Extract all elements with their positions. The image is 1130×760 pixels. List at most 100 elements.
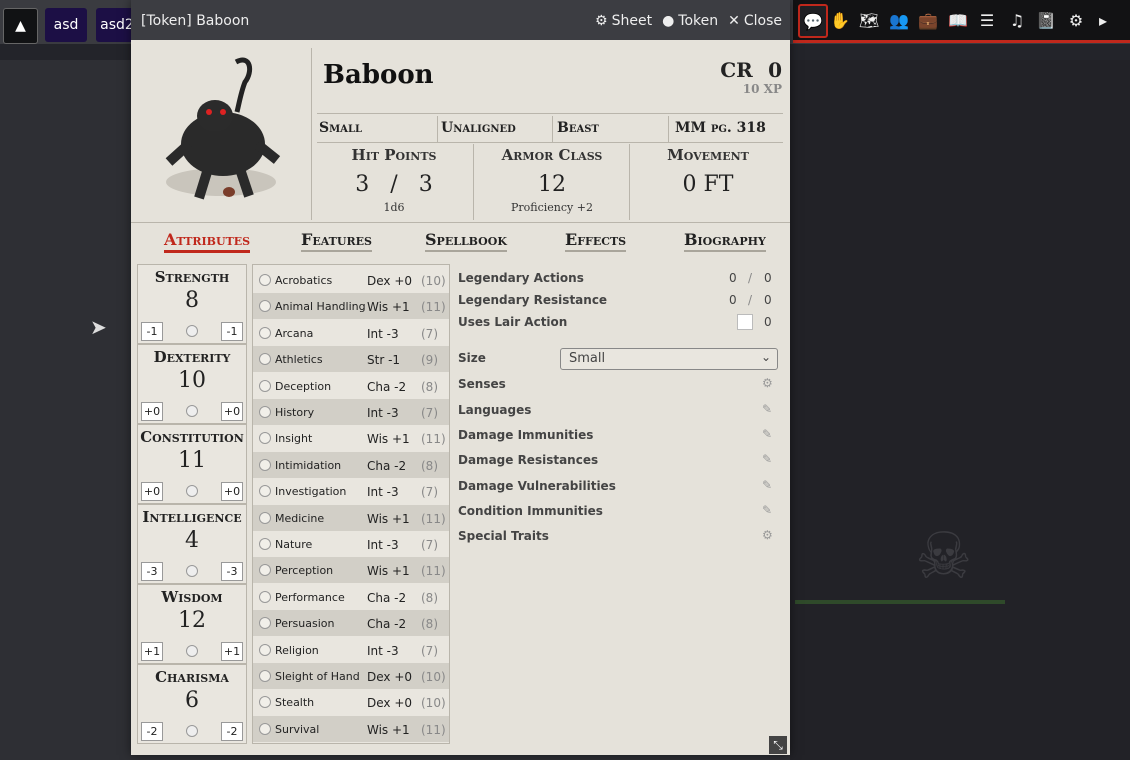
skill-modifier[interactable]: Cha -2	[367, 591, 406, 605]
saving-throw[interactable]: +0	[221, 402, 243, 421]
saving-throw[interactable]: +0	[221, 482, 243, 501]
gears-icon[interactable]: ⚙	[1064, 8, 1088, 32]
legendary-actions-value[interactable]: 0	[729, 271, 737, 285]
skill-modifier[interactable]: Dex +0	[367, 274, 412, 288]
skill-row[interactable]: Nature Int -3 (7)	[253, 531, 449, 557]
edit-icon[interactable]: ✎	[762, 427, 772, 441]
skill-proficiency-radio[interactable]	[259, 274, 271, 286]
skill-row[interactable]: Arcana Int -3 (7)	[253, 320, 449, 346]
music-icon[interactable]: ♫	[1005, 8, 1029, 32]
skill-row[interactable]: Stealth Dex +0 (10)	[253, 689, 449, 715]
collapse-up-button[interactable]: ▲	[3, 8, 38, 44]
edit-icon[interactable]: ✎	[762, 503, 772, 517]
monster-name[interactable]: Baboon	[323, 60, 434, 90]
skill-proficiency-radio[interactable]	[259, 406, 271, 418]
save-proficiency-toggle[interactable]	[186, 565, 198, 577]
skill-row[interactable]: Sleight of Hand Dex +0 (10)	[253, 663, 449, 689]
skill-modifier[interactable]: Dex +0	[367, 696, 412, 710]
gear-icon[interactable]: ⚙	[762, 528, 773, 542]
skill-modifier[interactable]: Wis +1	[367, 300, 410, 314]
legendary-resistance-max[interactable]: 0	[764, 293, 772, 307]
ability-modifier[interactable]: -2	[141, 722, 163, 741]
skill-proficiency-radio[interactable]	[259, 511, 271, 524]
size-select[interactable]: Small ⌄	[560, 348, 778, 370]
token-button[interactable]: ● Token	[662, 13, 718, 29]
ability-value[interactable]: 4	[138, 528, 246, 553]
skill-row[interactable]: Survival Wis +1 (11)	[253, 715, 449, 742]
ability-value[interactable]: 11	[138, 448, 246, 473]
skill-proficiency-radio[interactable]	[259, 590, 271, 603]
skill-row[interactable]: Deception Cha -2 (8)	[253, 373, 449, 399]
book-open-icon[interactable]: 📖	[946, 8, 970, 32]
skill-row[interactable]: Religion Int -3 (7)	[253, 637, 449, 663]
size-tag[interactable]: Small	[319, 120, 362, 136]
ability-value[interactable]: 12	[138, 608, 246, 633]
skill-modifier[interactable]: Wis +1	[367, 512, 410, 526]
skill-proficiency-radio[interactable]	[259, 326, 271, 339]
skill-proficiency-radio[interactable]	[259, 643, 271, 656]
hp-current[interactable]: 3	[355, 172, 369, 197]
tab-features[interactable]: Features	[301, 230, 372, 252]
alignment-tag[interactable]: Unaligned	[441, 120, 516, 136]
tab-effects[interactable]: Effects	[565, 230, 627, 252]
edit-icon[interactable]: ✎	[762, 452, 772, 466]
skill-proficiency-radio[interactable]	[259, 458, 271, 471]
tab-attributes[interactable]: Attributes	[164, 230, 251, 253]
skill-modifier[interactable]: Int -3	[367, 406, 399, 420]
lair-action-checkbox[interactable]	[737, 314, 753, 330]
users-icon[interactable]: 👥	[887, 8, 911, 32]
skill-modifier[interactable]: Wis +1	[367, 723, 410, 737]
source-tag[interactable]: MM pg. 318	[675, 120, 766, 136]
map-icon[interactable]: 🗺	[857, 8, 881, 32]
saving-throw[interactable]: -2	[221, 722, 243, 741]
skill-modifier[interactable]: Int -3	[367, 644, 399, 658]
skill-proficiency-radio[interactable]	[259, 353, 271, 366]
edit-icon[interactable]: ✎	[762, 402, 772, 416]
token-portrait[interactable]	[141, 52, 301, 212]
skill-proficiency-radio[interactable]	[259, 564, 271, 577]
dialog-titlebar[interactable]: [Token] Baboon ⚙ Sheet ● Token ✕ Close	[131, 0, 790, 40]
skill-row[interactable]: Medicine Wis +1 (11)	[253, 504, 449, 531]
saving-throw[interactable]: +1	[221, 642, 243, 661]
skill-row[interactable]: Insight Wis +1 (11)	[253, 425, 449, 451]
skill-row[interactable]: Persuasion Cha -2 (8)	[253, 610, 449, 637]
saving-throw[interactable]: -1	[221, 322, 243, 341]
list-icon[interactable]: ☰	[975, 8, 999, 32]
skill-row[interactable]: Investigation Int -3 (7)	[253, 478, 449, 504]
resize-handle-icon[interactable]: ⤡	[769, 736, 787, 754]
saving-throw[interactable]: -3	[221, 562, 243, 581]
edit-icon[interactable]: ✎	[762, 478, 772, 492]
skill-modifier[interactable]: Dex +0	[367, 670, 412, 684]
skill-modifier[interactable]: Cha -2	[367, 380, 406, 394]
gear-icon[interactable]: ⚙	[762, 376, 773, 390]
skill-proficiency-radio[interactable]	[259, 485, 271, 498]
sheet-button[interactable]: ⚙ Sheet	[595, 13, 652, 29]
skill-row[interactable]: Athletics Str -1 (9)	[253, 346, 449, 373]
ability-modifier[interactable]: -3	[141, 562, 163, 581]
arrow-right-icon[interactable]: ▸	[1095, 8, 1111, 32]
ability-value[interactable]: 8	[138, 288, 246, 313]
lair-action-value[interactable]: 0	[764, 315, 772, 329]
close-button[interactable]: ✕ Close	[728, 13, 782, 29]
ability-modifier[interactable]: +0	[141, 402, 163, 421]
type-tag[interactable]: Beast	[557, 120, 599, 136]
journal-icon[interactable]: 📓	[1034, 8, 1058, 32]
ability-modifier[interactable]: +0	[141, 482, 163, 501]
skill-modifier[interactable]: Wis +1	[367, 564, 410, 578]
skill-modifier[interactable]: Wis +1	[367, 432, 410, 446]
hp-dice[interactable]: 1d6	[319, 201, 469, 214]
suitcase-icon[interactable]: 💼	[916, 8, 940, 32]
ability-modifier[interactable]: -1	[141, 322, 163, 341]
skill-modifier[interactable]: Int -3	[367, 485, 399, 499]
skill-row[interactable]: Intimidation Cha -2 (8)	[253, 451, 449, 478]
ability-modifier[interactable]: +1	[141, 642, 163, 661]
skill-row[interactable]: Perception Wis +1 (11)	[253, 557, 449, 584]
skill-modifier[interactable]: Cha -2	[367, 617, 406, 631]
armor-class-value[interactable]: 12	[477, 172, 627, 197]
tab-biography[interactable]: Biography	[684, 230, 766, 252]
skill-proficiency-radio[interactable]	[259, 617, 271, 630]
skill-proficiency-radio[interactable]	[259, 696, 271, 709]
skill-row[interactable]: Acrobatics Dex +0 (10)	[253, 267, 449, 293]
skill-modifier[interactable]: Str -1	[367, 353, 400, 367]
legendary-actions-max[interactable]: 0	[764, 271, 772, 285]
